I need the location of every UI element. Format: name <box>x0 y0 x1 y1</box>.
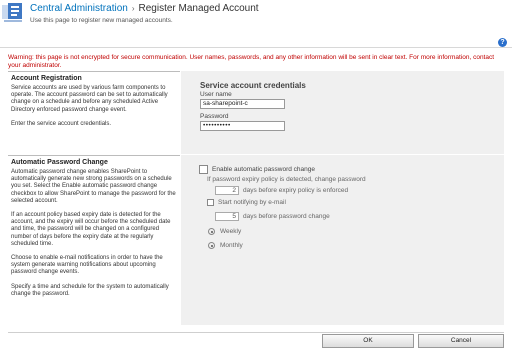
ribbon-bar <box>0 34 512 48</box>
credentials-group-title: Service account credentials <box>200 81 306 90</box>
enable-auto-change-label: Enable automatic password change <box>212 166 315 173</box>
password-field[interactable]: •••••••••• <box>200 121 285 131</box>
account-registration-title: Account Registration <box>8 71 180 85</box>
monthly-radio[interactable] <box>208 242 215 249</box>
automatic-password-change-section: Automatic Password Change Automatic pass… <box>8 155 504 325</box>
expiry-days-field[interactable]: 2 <box>215 186 239 195</box>
expiry-days-label: days before expiry policy is enforced <box>243 187 349 194</box>
username-field[interactable]: sa-sharepoint-c <box>200 99 285 109</box>
email-notify-checkbox[interactable] <box>207 199 214 206</box>
cancel-button[interactable]: Cancel <box>418 334 504 348</box>
footer-divider <box>8 332 504 333</box>
breadcrumb: Central Administration › Register Managed … <box>30 3 259 14</box>
description-paragraph: If an account policy based expiry date i… <box>11 212 171 247</box>
username-label: User name <box>200 91 232 98</box>
password-label: Password <box>200 113 229 120</box>
page-subtitle: Use this page to register new managed ac… <box>30 17 173 24</box>
credentials-panel: Service account credentials User name sa… <box>181 71 504 154</box>
email-notify-label: Start notifying by e-mail <box>218 199 286 206</box>
notify-days-field[interactable]: 5 <box>215 212 239 221</box>
security-warning: Warning: this page is not encrypted for … <box>8 54 495 69</box>
description-paragraph: Automatic password change enables ShareP… <box>11 169 176 204</box>
breadcrumb-current-page: Register Managed Account <box>138 3 259 14</box>
expiry-policy-text: If password expiry policy is detected, c… <box>207 176 366 183</box>
page-header: Central Administration › Register Managed … <box>0 0 512 34</box>
monthly-label: Monthly <box>220 242 243 249</box>
automatic-password-change-title: Automatic Password Change <box>8 155 180 169</box>
password-change-panel: Enable automatic password change If pass… <box>181 155 504 325</box>
description-paragraph: Choose to enable e-mail notifications in… <box>11 255 163 276</box>
notify-days-label: days before password change <box>243 213 330 220</box>
account-registration-description: Account Registration Service accounts ar… <box>8 71 180 135</box>
enable-auto-change-checkbox[interactable] <box>199 165 208 174</box>
account-registration-section: Account Registration Service accounts ar… <box>8 71 504 154</box>
description-paragraph: Service accounts are used by various far… <box>11 85 168 113</box>
sharepoint-logo-icon <box>2 3 22 22</box>
help-icon[interactable]: ? <box>498 38 507 47</box>
description-paragraph: Enter the service account credentials. <box>11 120 112 127</box>
breadcrumb-central-administration[interactable]: Central Administration <box>30 3 128 14</box>
automatic-password-change-description: Automatic Password Change Automatic pass… <box>8 155 180 305</box>
ok-button[interactable]: OK <box>322 334 414 348</box>
weekly-radio[interactable] <box>208 228 215 235</box>
weekly-label: Weekly <box>220 228 242 235</box>
breadcrumb-separator: › <box>131 4 135 13</box>
description-paragraph: Specify a time and schedule for the syst… <box>11 283 169 297</box>
